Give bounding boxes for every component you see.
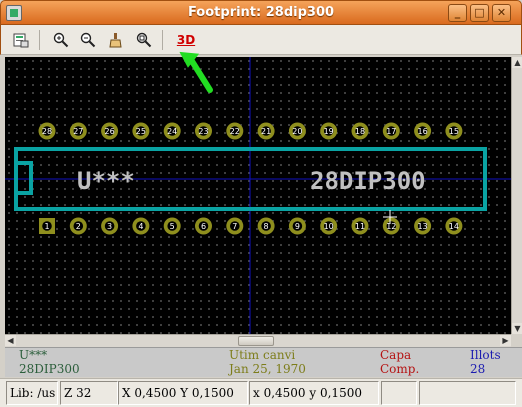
info-reference: U*** <box>19 348 48 362</box>
vertical-scrollbar[interactable]: ▲ ▼ <box>511 57 522 334</box>
info-layer-value: Comp. <box>380 362 420 376</box>
horizontal-scroll-thumb[interactable] <box>238 336 274 346</box>
info-layer-label: Capa <box>380 348 412 362</box>
status-abs-coords: X 0,4500 Y 0,1500 <box>118 381 248 405</box>
status-bar: Lib: /us Z 32 X 0,4500 Y 0,1500 x 0,4500… <box>0 378 522 407</box>
status-cell-empty <box>381 381 417 405</box>
status-library: Lib: /us <box>6 381 58 405</box>
status-zoom: Z 32 <box>60 381 118 405</box>
horizontal-scrollbar[interactable]: ◀ ▶ <box>5 334 511 347</box>
info-islands-value: 28 <box>470 362 486 376</box>
info-islands-label: Illots <box>470 348 501 362</box>
footprint-info-panel: U*** 28DIP300 Utim canvi Jan 25, 1970 Ca… <box>5 347 522 377</box>
info-edit-date: Jan 25, 1970 <box>229 362 306 376</box>
scroll-down-arrow[interactable]: ▼ <box>512 323 522 334</box>
status-rel-coords: x 0,4500 y 0,1500 <box>249 381 379 405</box>
info-edit-label: Utim canvi <box>229 348 296 362</box>
scroll-up-arrow[interactable]: ▲ <box>512 57 522 68</box>
scroll-left-arrow[interactable]: ◀ <box>5 335 16 346</box>
scroll-right-arrow[interactable]: ▶ <box>500 335 511 346</box>
info-footprint-name: 28DIP300 <box>19 362 80 376</box>
status-cell-empty <box>419 381 516 405</box>
